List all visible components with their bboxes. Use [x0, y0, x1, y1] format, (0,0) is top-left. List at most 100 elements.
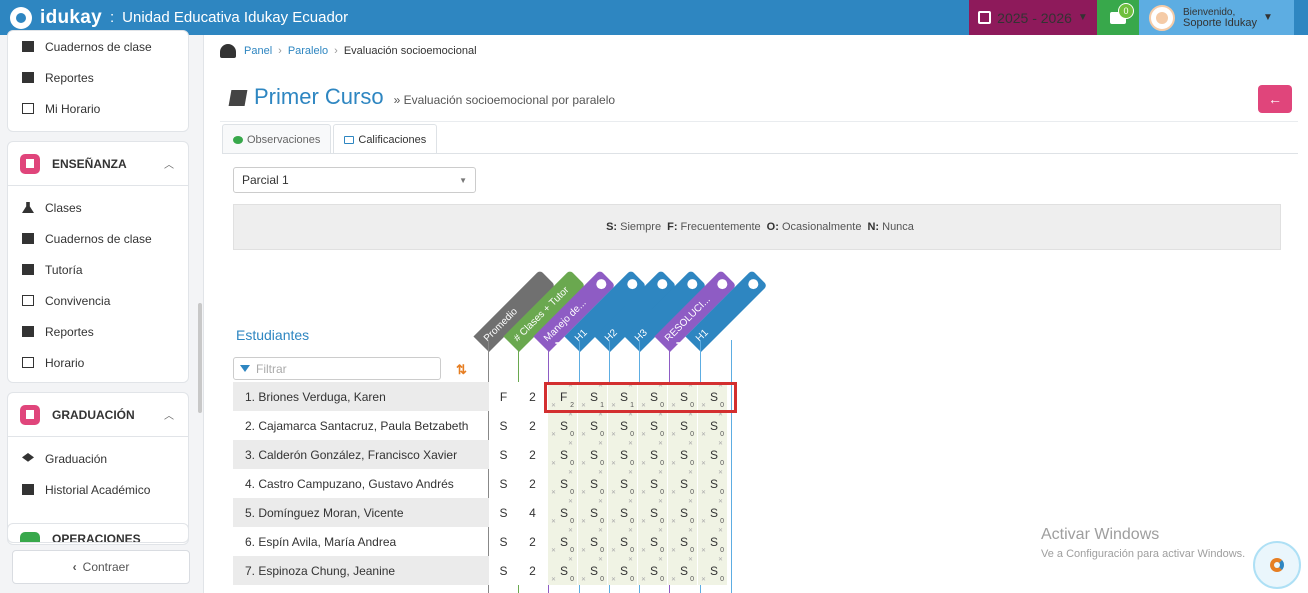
- grade-cell[interactable]: ✕ ✕ S 0: [607, 440, 637, 469]
- legend-key: N:: [867, 221, 880, 233]
- student-name[interactable]: 6. Espín Avila, María Andrea: [233, 527, 489, 556]
- grade-cell[interactable]: ✕ ✕ S 0: [547, 469, 577, 498]
- grade-cell[interactable]: ✕ ✕ S 0: [667, 556, 697, 585]
- legend-key: F:: [667, 221, 678, 233]
- edit-mark-icon: ✕: [687, 557, 693, 563]
- student-name[interactable]: 2. Cajamarca Santacruz, Paula Betzabeth: [233, 411, 489, 440]
- info-icon[interactable]: [685, 277, 700, 292]
- info-icon[interactable]: [625, 277, 640, 292]
- grade-cell[interactable]: ✕ ✕ S 0: [667, 527, 697, 556]
- collapse-sidebar-button[interactable]: ‹ Contraer: [12, 550, 190, 584]
- student-filter-input[interactable]: Filtrar: [233, 357, 441, 380]
- grade-cell[interactable]: ✕ ✕ S 0: [547, 556, 577, 585]
- sidebar-item-graduacion[interactable]: Graduación: [8, 443, 188, 474]
- grade-cell[interactable]: ✕ ✕ S 0: [577, 469, 607, 498]
- section-header-graduacion[interactable]: GRADUACIÓN ︿: [8, 393, 188, 437]
- sidebar-item-reportes-ens[interactable]: Reportes: [8, 316, 188, 347]
- grade-value: S: [680, 448, 689, 462]
- grade-cell[interactable]: ✕ ✕ S 0: [667, 469, 697, 498]
- info-icon[interactable]: [746, 277, 761, 292]
- edit-mark-icon: ✕: [717, 557, 723, 563]
- back-button[interactable]: ←: [1258, 85, 1292, 113]
- sidebar-item-horario[interactable]: Horario: [8, 347, 188, 378]
- sidebar-item-label: Reportes: [45, 70, 94, 85]
- grade-cell[interactable]: ✕ ✕ S 0: [697, 498, 727, 527]
- grade-cell[interactable]: ✕ ✕ S 0: [547, 527, 577, 556]
- grade-cell[interactable]: ✕ ✕ S 0: [577, 498, 607, 527]
- student-name[interactable]: 7. Espinoza Chung, Jeanine: [233, 556, 489, 585]
- student-name[interactable]: 4. Castro Campuzano, Gustavo Andrés: [233, 469, 489, 498]
- sidebar-item-cuadernos[interactable]: Cuadernos de clase: [8, 31, 188, 62]
- grade-cell[interactable]: ✕ ✕ S 0: [637, 469, 667, 498]
- grade-cell[interactable]: ✕ ✕ S 0: [607, 527, 637, 556]
- grade-cell[interactable]: ✕ ✕ S 0: [637, 498, 667, 527]
- grade-cell[interactable]: ✕ ✕ S 0: [577, 411, 607, 440]
- edit-mark-icon: ✕: [657, 470, 663, 476]
- legend-text: Ocasionalmente: [781, 221, 862, 233]
- section-header-ensenanza[interactable]: ENSEÑANZA ︿: [8, 142, 188, 186]
- grade-cell[interactable]: ✕ ✕ S 0: [667, 440, 697, 469]
- grade-cell[interactable]: ✕ ✕ S 0: [697, 440, 727, 469]
- grade-value: S: [560, 564, 569, 578]
- breadcrumb-paralelo[interactable]: Paralelo: [288, 45, 328, 57]
- grade-cell[interactable]: ✕ ✕ S 0: [577, 527, 607, 556]
- sort-icon[interactable]: ⇅: [456, 362, 467, 378]
- grade-cell[interactable]: ✕ ✕ S 0: [607, 411, 637, 440]
- grade-value: S: [650, 564, 659, 578]
- student-name[interactable]: 1. Briones Verduga, Karen: [233, 382, 489, 411]
- edit-mark-icon: ✕: [597, 470, 603, 476]
- section-operaciones[interactable]: OPERACIONES: [7, 523, 189, 543]
- edit-mark-icon: ✕: [641, 461, 647, 467]
- legend-key: O:: [766, 221, 779, 233]
- brand[interactable]: idukay : Unidad Educativa Idukay Ecuador: [0, 6, 348, 29]
- grade-cell[interactable]: ✕ ✕ S 0: [697, 411, 727, 440]
- table-row: 3. Calderón González, Francisco Xavier S 2…: [233, 440, 733, 469]
- tab-observaciones[interactable]: Observaciones: [222, 124, 332, 154]
- edit-mark-icon: ✕: [687, 499, 693, 505]
- sidebar-item-historial[interactable]: Historial Académico: [8, 474, 188, 505]
- sidebar-item-clases[interactable]: Clases: [8, 192, 188, 223]
- edit-mark-icon: ✕: [567, 470, 573, 476]
- grade-cell[interactable]: ✕ ✕ S 0: [547, 440, 577, 469]
- classes-count-cell: 2: [518, 411, 547, 440]
- grade-cell[interactable]: ✕ ✕ S 0: [547, 411, 577, 440]
- messages-button[interactable]: [1097, 0, 1139, 35]
- grade-cell[interactable]: ✕ ✕ S 0: [577, 440, 607, 469]
- info-icon[interactable]: [594, 277, 609, 292]
- grade-cell[interactable]: ✕ ✕ S 0: [637, 440, 667, 469]
- sidebar-item-cuadernos-clase[interactable]: Cuadernos de clase: [8, 223, 188, 254]
- grade-cell[interactable]: ✕ ✕ S 0: [667, 498, 697, 527]
- grade-cell[interactable]: ✕ ✕ S 0: [697, 556, 727, 585]
- help-widget-button[interactable]: [1253, 541, 1301, 589]
- grade-value: S: [710, 419, 719, 433]
- grade-cell[interactable]: ✕ ✕ S 0: [697, 527, 727, 556]
- breadcrumb-panel[interactable]: Panel: [244, 45, 272, 57]
- grade-cell[interactable]: ✕ ✕ S 0: [637, 556, 667, 585]
- chevron-up-icon: ︿: [164, 160, 174, 171]
- grade-cell[interactable]: ✕ ✕ S 0: [577, 556, 607, 585]
- grade-value: S: [710, 506, 719, 520]
- school-year-selector[interactable]: 2025 - 2026 ▼: [969, 0, 1097, 35]
- grade-cell[interactable]: ✕ ✕ S 0: [607, 469, 637, 498]
- grade-cell[interactable]: ✕ ✕ S 0: [637, 527, 667, 556]
- grade-value: S: [560, 448, 569, 462]
- period-select[interactable]: Parcial 1 ▼: [233, 167, 476, 193]
- grade-cell[interactable]: ✕ ✕ S 0: [547, 498, 577, 527]
- info-icon[interactable]: [655, 277, 670, 292]
- sidebar-item-tutoria[interactable]: Tutoría: [8, 254, 188, 285]
- tab-calificaciones[interactable]: Calificaciones: [333, 124, 438, 154]
- student-name[interactable]: 5. Domínguez Moran, Vicente: [233, 498, 489, 527]
- student-name[interactable]: 3. Calderón González, Francisco Xavier: [233, 440, 489, 469]
- info-icon[interactable]: [715, 277, 730, 292]
- arrow-right-icon: ⟶: [555, 338, 570, 349]
- grade-cell[interactable]: ✕ ✕ S 0: [607, 498, 637, 527]
- sidebar-item-mi-horario[interactable]: Mi Horario: [8, 93, 188, 124]
- sidebar-item-reportes[interactable]: Reportes: [8, 62, 188, 93]
- sidebar-scrollbar[interactable]: [198, 303, 202, 413]
- sidebar-item-convivencia[interactable]: Convivencia: [8, 285, 188, 316]
- grade-cell[interactable]: ✕ ✕ S 0: [607, 556, 637, 585]
- grade-cell[interactable]: ✕ ✕ S 0: [637, 411, 667, 440]
- user-menu[interactable]: Bienvenido, Soporte Idukay ▼: [1139, 0, 1294, 35]
- grade-cell[interactable]: ✕ ✕ S 0: [697, 469, 727, 498]
- grade-cell[interactable]: ✕ ✕ S 0: [667, 411, 697, 440]
